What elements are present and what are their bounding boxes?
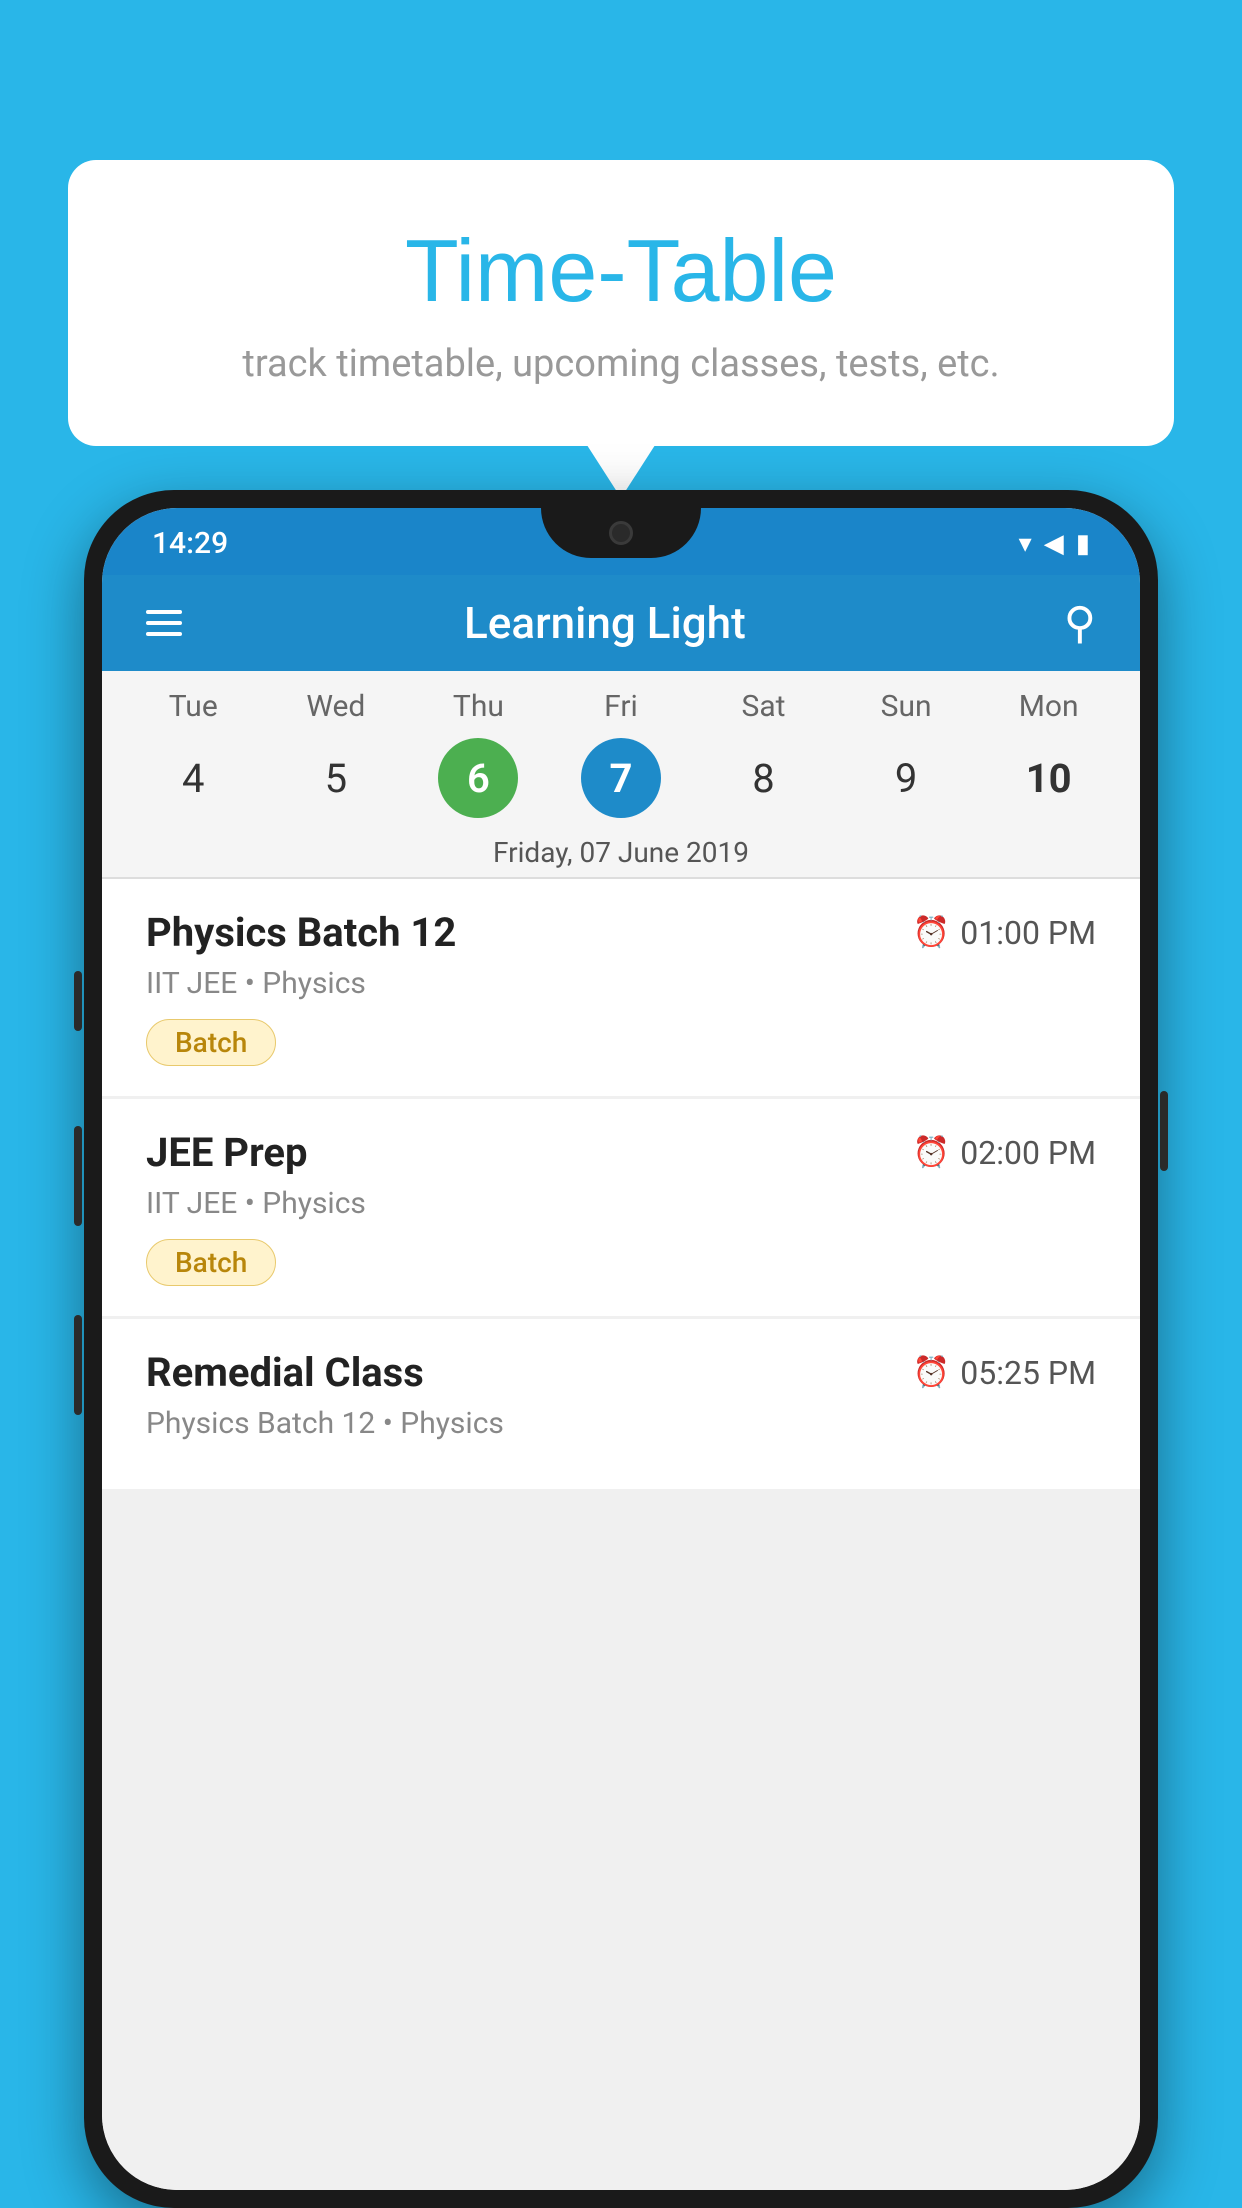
speech-bubble-container: Time-Table track timetable, upcoming cla… — [68, 160, 1174, 446]
clock-icon-2: ⏰ — [913, 1135, 950, 1170]
phone-mockup: 14:29 ▾ ◀ ▮ Learning Light ⚲ — [84, 490, 1158, 2208]
bubble-subtitle: track timetable, upcoming classes, tests… — [108, 342, 1134, 386]
schedule-item-1-header: Physics Batch 12 ⏰ 01:00 PM — [146, 909, 1096, 956]
schedule-item-1[interactable]: Physics Batch 12 ⏰ 01:00 PM IIT JEE • Ph… — [102, 879, 1140, 1096]
calendar-dates-row: 4 5 6 7 8 9 10 — [102, 730, 1140, 828]
notch — [541, 508, 701, 558]
schedule-item-2-title: JEE Prep — [146, 1129, 307, 1176]
day-thu: Thu — [438, 689, 518, 724]
selected-date-label: Friday, 07 June 2019 — [102, 828, 1140, 878]
date-9[interactable]: 9 — [866, 738, 946, 818]
time-value-3: 05:25 PM — [960, 1354, 1096, 1392]
day-sat: Sat — [724, 689, 804, 724]
day-fri: Fri — [581, 689, 661, 724]
day-mon: Mon — [1009, 689, 1089, 724]
time-value-1: 01:00 PM — [960, 914, 1096, 952]
power-button — [1160, 1091, 1168, 1171]
volume-down-button — [74, 1315, 82, 1415]
schedule-item-3-title: Remedial Class — [146, 1349, 424, 1396]
status-time: 14:29 — [152, 526, 228, 561]
schedule-item-2-header: JEE Prep ⏰ 02:00 PM — [146, 1129, 1096, 1176]
silent-button — [74, 971, 82, 1031]
date-4[interactable]: 4 — [153, 738, 233, 818]
volume-up-button — [74, 1126, 82, 1226]
bubble-title: Time-Table — [108, 220, 1134, 322]
date-10[interactable]: 10 — [1009, 738, 1089, 818]
schedule-list: Physics Batch 12 ⏰ 01:00 PM IIT JEE • Ph… — [102, 879, 1140, 2190]
clock-icon-3: ⏰ — [913, 1355, 950, 1390]
schedule-item-3-subtitle: Physics Batch 12 • Physics — [146, 1406, 1096, 1441]
signal-icon: ◀ — [1044, 529, 1064, 559]
clock-icon-1: ⏰ — [913, 915, 950, 950]
schedule-item-1-subtitle: IIT JEE • Physics — [146, 966, 1096, 1001]
schedule-item-3-header: Remedial Class ⏰ 05:25 PM — [146, 1349, 1096, 1396]
front-camera — [609, 521, 633, 545]
speech-bubble: Time-Table track timetable, upcoming cla… — [68, 160, 1174, 446]
day-wed: Wed — [296, 689, 376, 724]
battery-icon: ▮ — [1076, 529, 1090, 559]
calendar-days-row: Tue Wed Thu Fri Sat Sun Mon — [102, 671, 1140, 730]
day-tue: Tue — [153, 689, 233, 724]
hamburger-icon[interactable] — [146, 610, 182, 636]
status-icons: ▾ ◀ ▮ — [1019, 529, 1090, 559]
time-value-2: 02:00 PM — [960, 1134, 1096, 1172]
schedule-item-2[interactable]: JEE Prep ⏰ 02:00 PM IIT JEE • Physics Ba… — [102, 1099, 1140, 1316]
date-7-selected[interactable]: 7 — [581, 738, 661, 818]
wifi-icon: ▾ — [1019, 529, 1032, 559]
calendar: Tue Wed Thu Fri Sat Sun Mon 4 5 6 7 8 9 … — [102, 671, 1140, 879]
schedule-item-1-title: Physics Batch 12 — [146, 909, 456, 956]
batch-tag-1: Batch — [146, 1019, 276, 1066]
batch-tag-2: Batch — [146, 1239, 276, 1286]
schedule-item-2-time: ⏰ 02:00 PM — [913, 1134, 1096, 1172]
day-sun: Sun — [866, 689, 946, 724]
date-8[interactable]: 8 — [724, 738, 804, 818]
schedule-item-3[interactable]: Remedial Class ⏰ 05:25 PM Physics Batch … — [102, 1319, 1140, 1489]
search-icon[interactable]: ⚲ — [1064, 597, 1096, 649]
app-title: Learning Light — [182, 597, 1028, 649]
phone-outer: 14:29 ▾ ◀ ▮ Learning Light ⚲ — [84, 490, 1158, 2208]
schedule-item-2-subtitle: IIT JEE • Physics — [146, 1186, 1096, 1221]
schedule-item-3-time: ⏰ 05:25 PM — [913, 1354, 1096, 1392]
schedule-item-1-time: ⏰ 01:00 PM — [913, 914, 1096, 952]
date-5[interactable]: 5 — [296, 738, 376, 818]
phone-screen: 14:29 ▾ ◀ ▮ Learning Light ⚲ — [102, 508, 1140, 2190]
date-6-today[interactable]: 6 — [438, 738, 518, 818]
app-header: Learning Light ⚲ — [102, 575, 1140, 671]
